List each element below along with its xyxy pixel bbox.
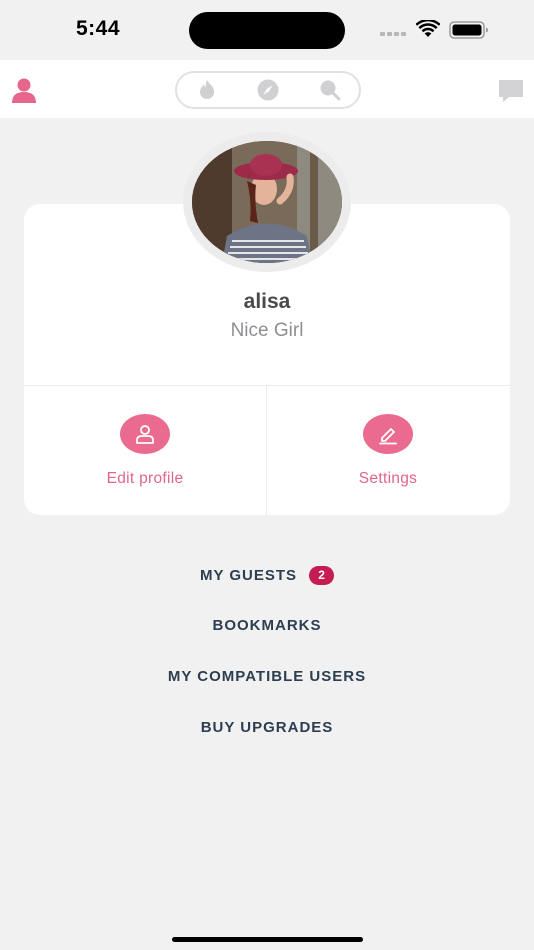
wifi-icon xyxy=(416,20,440,37)
menu-item-bookmarks[interactable]: BOOKMARKS xyxy=(0,617,534,635)
status-time: 5:44 xyxy=(76,17,121,40)
edit-profile-icon-circle xyxy=(120,414,170,454)
menu-item-label: BUY UPGRADES xyxy=(200,719,334,736)
menu-item-label: MY GUESTS xyxy=(199,567,298,584)
profile-icon[interactable] xyxy=(10,76,38,104)
top-nav-bar xyxy=(0,60,534,118)
avatar-photo xyxy=(192,141,342,263)
flame-icon[interactable] xyxy=(195,78,219,102)
profile-name: alisa xyxy=(243,290,291,313)
profile-subtitle: Nice Girl xyxy=(230,320,304,341)
guests-count-badge: 2 xyxy=(309,566,335,585)
discovery-switcher xyxy=(175,71,361,109)
menu-item-label: BOOKMARKS xyxy=(212,617,322,634)
dynamic-island xyxy=(189,12,345,49)
home-indicator[interactable] xyxy=(172,937,363,942)
cellular-signal-icon xyxy=(380,32,406,36)
status-bar: 5:44 xyxy=(0,0,534,60)
edit-profile-label: Edit profile xyxy=(106,470,184,487)
menu-item-compatible-users[interactable]: MY COMPATIBLE USERS xyxy=(0,668,534,686)
settings-icon-circle xyxy=(363,414,413,454)
user-icon xyxy=(136,425,154,444)
battery-icon xyxy=(449,21,488,39)
chat-icon[interactable] xyxy=(497,78,525,104)
search-icon[interactable] xyxy=(318,78,342,102)
edit-profile-button[interactable]: Edit profile xyxy=(24,386,266,515)
menu-item-my-guests[interactable]: MY GUESTS 2 xyxy=(0,566,534,585)
menu-item-label: MY COMPATIBLE USERS xyxy=(167,668,367,685)
settings-button[interactable]: Settings xyxy=(267,386,509,515)
settings-label: Settings xyxy=(358,470,418,487)
pencil-icon xyxy=(379,428,397,445)
compass-icon[interactable] xyxy=(256,78,280,102)
menu-item-buy-upgrades[interactable]: BUY UPGRADES xyxy=(0,719,534,737)
avatar[interactable] xyxy=(192,141,342,263)
